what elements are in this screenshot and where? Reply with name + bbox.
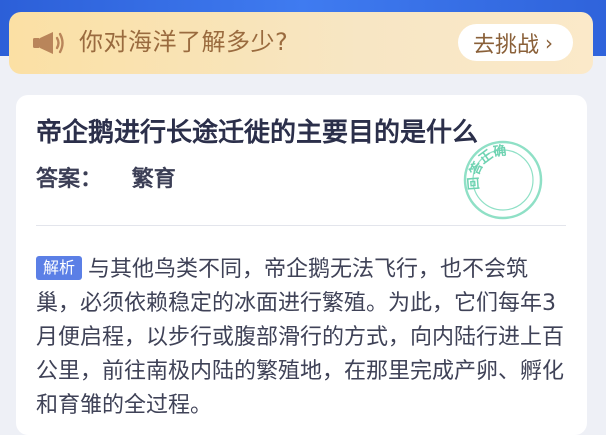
stamp-text: 回答正确 (462, 140, 517, 194)
answer-row: 答案： 繁育 (36, 165, 176, 195)
chevron-right-icon: › (545, 30, 554, 55)
go-challenge-button[interactable]: 去挑战 › (458, 24, 573, 61)
correct-answer-stamp: 回答正确 (462, 140, 543, 220)
svg-text:回答正确: 回答正确 (462, 140, 517, 194)
answer-label: 答案： (36, 167, 103, 192)
divider (36, 225, 566, 226)
analysis-text: 与其他鸟类不同，帝企鹅无法飞行，也不会筑巢，必须依赖稳定的冰面进行繁殖。为此，它… (36, 257, 565, 418)
megaphone-icon (33, 32, 64, 54)
banner-title: 你对海洋了解多少? (79, 28, 289, 56)
go-challenge-label: 去挑战 (473, 32, 540, 58)
ocean-quiz-banner[interactable]: 你对海洋了解多少? 去挑战 › (9, 12, 593, 74)
analysis-block: 解析 与其他鸟类不同，帝企鹅无法飞行，也不会筑巢，必须依赖稳定的冰面进行繁殖。为此… (36, 253, 566, 423)
analysis-tag: 解析 (36, 256, 83, 280)
question-card: 帝企鹅进行长途迁徙的主要目的是什么 答案： 繁育 回答正确 解析 与其他鸟类不同，… (16, 95, 587, 435)
answer-value: 繁育 (131, 167, 176, 192)
question-title: 帝企鹅进行长途迁徙的主要目的是什么 (36, 118, 479, 148)
